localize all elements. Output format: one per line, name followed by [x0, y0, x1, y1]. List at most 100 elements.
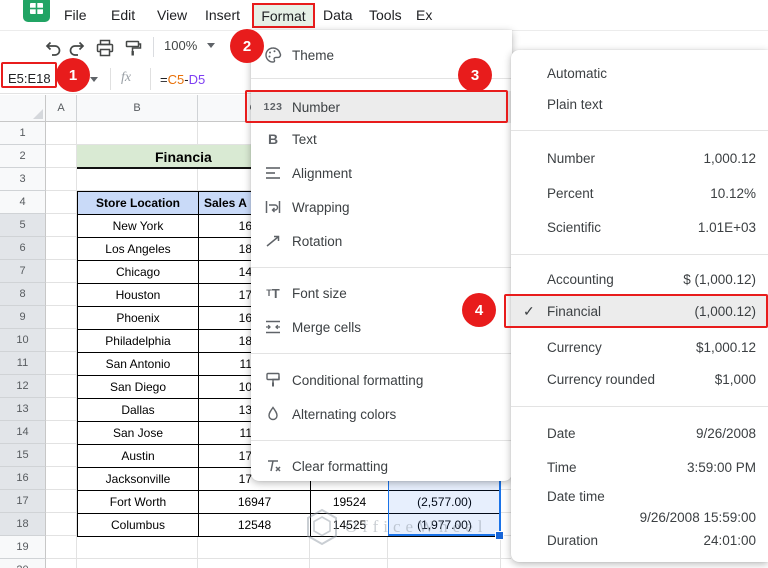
conditional-formatting-icon: [262, 372, 284, 388]
row-header-3[interactable]: 3: [0, 168, 46, 191]
menuitem-label: Currency rounded: [547, 371, 656, 387]
row-header-17[interactable]: 17: [0, 490, 46, 513]
name-box-chevron-icon[interactable]: [90, 77, 98, 82]
cell-sales-fragment: 14: [238, 265, 252, 279]
cell-city[interactable]: San Antonio: [78, 353, 199, 376]
formula-eq: =: [160, 72, 168, 87]
menuitem-date[interactable]: Date 9/26/2008: [511, 416, 768, 450]
menuitem-accounting[interactable]: Accounting $ (1,000.12): [511, 262, 768, 296]
menuitem-example-value: $1,000.12: [695, 339, 756, 355]
menu-edit[interactable]: Edit: [111, 7, 135, 23]
menu-data[interactable]: Data: [323, 7, 353, 23]
menuitem-scientific[interactable]: Scientific 1.01E+03: [511, 210, 768, 244]
cell-city[interactable]: Houston: [78, 284, 199, 307]
menuitem-example-value: $1,000: [714, 371, 756, 387]
cell-city[interactable]: Phoenix: [78, 307, 199, 330]
menuitem-alternating-colors[interactable]: Alternating colors: [251, 397, 512, 431]
formula-bar-divider: [110, 68, 111, 90]
menu-bar: File Edit View Insert Format Data Tools …: [0, 0, 768, 31]
row-header-11[interactable]: 11: [0, 352, 46, 375]
menuitem-time[interactable]: Time 3:59:00 PM: [511, 450, 768, 484]
menu-view[interactable]: View: [157, 7, 187, 23]
cell-city[interactable]: Dallas: [78, 399, 199, 422]
row-header-15[interactable]: 15: [0, 444, 46, 467]
cell-sales[interactable]: 12548: [199, 514, 311, 537]
cell-city[interactable]: Philadelphia: [78, 330, 199, 353]
row-header-12[interactable]: 12: [0, 375, 46, 398]
menuitem-label: Percent: [547, 185, 594, 201]
row-header-19[interactable]: 19: [0, 536, 46, 559]
row-header-14[interactable]: 14: [0, 421, 46, 444]
row-header-16[interactable]: 16: [0, 467, 46, 490]
cell-city[interactable]: San Jose: [78, 422, 199, 445]
cell-sales-fragment: 13: [238, 403, 252, 417]
redo-button[interactable]: [66, 36, 90, 60]
row-header-13[interactable]: 13: [0, 398, 46, 421]
row-header-7[interactable]: 7: [0, 260, 46, 283]
print-button[interactable]: [93, 36, 117, 60]
menuitem-wrapping[interactable]: Wrapping: [251, 190, 512, 224]
cell-city[interactable]: Fort Worth: [78, 491, 199, 514]
cell-sales-fragment: 18: [238, 242, 252, 256]
menuitem-currency-rounded[interactable]: Currency rounded $1,000: [511, 362, 768, 396]
menuitem-percent[interactable]: Percent 10.12%: [511, 176, 768, 210]
menuitem-label: Number: [547, 150, 596, 166]
formula-ref1: C5: [167, 72, 185, 87]
cell-city[interactable]: New York: [78, 215, 199, 238]
cell-sales-fragment: 16: [238, 311, 252, 325]
cell-city[interactable]: Jacksonville: [78, 468, 199, 491]
row-header-10[interactable]: 10: [0, 329, 46, 352]
row-header-20[interactable]: 20: [0, 559, 46, 568]
menuitem-label: Alternating colors: [292, 406, 397, 422]
zoom-control[interactable]: 100%: [164, 38, 216, 53]
menu-file[interactable]: File: [64, 7, 87, 23]
selection-fill-handle[interactable]: [495, 531, 504, 540]
menu-insert[interactable]: Insert: [205, 7, 240, 23]
menuitem-example-value: 24:01:00: [703, 532, 756, 548]
watermark: OfficeWheel: [305, 508, 487, 546]
sheets-logo-icon[interactable]: [23, 0, 50, 22]
formula-input[interactable]: =C5-D5: [160, 72, 205, 87]
row-header-18[interactable]: 18: [0, 513, 46, 536]
menuitem-conditional-formatting[interactable]: Conditional formatting: [251, 363, 512, 397]
row-header-1[interactable]: 1: [0, 122, 46, 145]
header-store-location[interactable]: Store Location: [78, 192, 199, 215]
alternating-colors-icon: [262, 406, 284, 422]
cell-city[interactable]: Austin: [78, 445, 199, 468]
cell-city[interactable]: San Diego: [78, 376, 199, 399]
row-header-8[interactable]: 8: [0, 283, 46, 306]
paint-format-button[interactable]: [121, 36, 145, 60]
row-header-6[interactable]: 6: [0, 237, 46, 260]
cell-sales-fragment: 17: [238, 288, 252, 302]
menuitem-plain-text[interactable]: Plain text: [511, 87, 768, 121]
menu-extensions-cut[interactable]: Ex: [416, 7, 432, 23]
menuitem-text[interactable]: B Text: [251, 122, 512, 156]
menu-tools[interactable]: Tools: [369, 7, 402, 23]
menuitem-automatic[interactable]: Automatic: [511, 56, 768, 90]
undo-button[interactable]: [40, 36, 64, 60]
cell-city[interactable]: Los Angeles: [78, 238, 199, 261]
col-header-a[interactable]: A: [46, 95, 77, 122]
menuitem-currency[interactable]: Currency $1,000.12: [511, 330, 768, 364]
row-header-9[interactable]: 9: [0, 306, 46, 329]
menuitem-label: Time: [547, 459, 577, 475]
col-header-b[interactable]: B: [77, 95, 198, 122]
toolbar-divider: [153, 37, 154, 57]
menuitem-alignment[interactable]: Alignment: [251, 156, 512, 190]
menu-format-active[interactable]: Format: [252, 3, 315, 28]
menuitem-example-value: 10.12%: [710, 185, 756, 201]
cell-city[interactable]: Chicago: [78, 261, 199, 284]
row-header-5[interactable]: 5: [0, 214, 46, 237]
cell-city[interactable]: Columbus: [78, 514, 199, 537]
row-header-4[interactable]: 4: [0, 191, 46, 214]
menuitem-label: Date time: [547, 489, 605, 504]
menuitem-number-format[interactable]: Number 1,000.12: [511, 141, 768, 175]
menuitem-label: Rotation: [292, 233, 343, 249]
menuitem-label: Accounting: [547, 271, 614, 287]
select-all-corner[interactable]: [0, 95, 46, 122]
row-header-2[interactable]: 2: [0, 145, 46, 168]
menuitem-duration[interactable]: Duration 24:01:00: [511, 523, 768, 557]
menuitem-rotation[interactable]: Rotation: [251, 224, 512, 258]
menuitem-clear-formatting[interactable]: Clear formatting: [251, 449, 512, 483]
cell-sales[interactable]: 16947: [199, 491, 311, 514]
